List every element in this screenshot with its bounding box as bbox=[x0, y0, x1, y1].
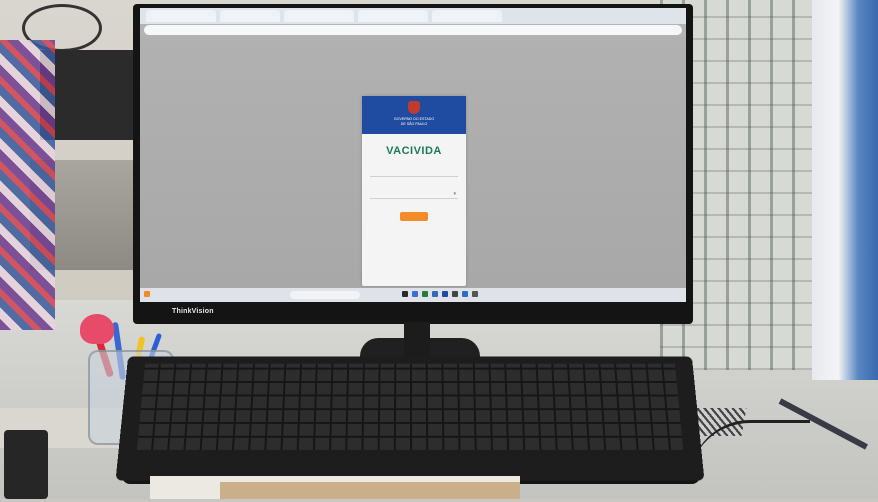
edge-icon[interactable] bbox=[412, 291, 418, 297]
monitor-stand bbox=[404, 322, 430, 360]
card-header: GOVERNO DO ESTADO DE SÃO PAULO bbox=[362, 96, 466, 134]
chevron-down-icon: ▾ bbox=[453, 191, 456, 197]
address-bar[interactable] bbox=[144, 25, 682, 35]
user-input[interactable] bbox=[370, 168, 458, 177]
heart-clip bbox=[80, 314, 114, 344]
state-crest-icon bbox=[408, 101, 420, 114]
browser-tab[interactable] bbox=[358, 10, 428, 22]
monitor-screen: GOVERNO DO ESTADO DE SÃO PAULO VACIVIDA … bbox=[140, 8, 686, 302]
keyboard-keys[interactable] bbox=[136, 363, 684, 450]
browser-tab[interactable] bbox=[220, 10, 280, 22]
login-card: GOVERNO DO ESTADO DE SÃO PAULO VACIVIDA … bbox=[362, 96, 466, 286]
header-line-1: GOVERNO DO ESTADO bbox=[393, 117, 435, 121]
monitor-brand-logo: ThinkVision bbox=[172, 308, 214, 315]
app-icon[interactable] bbox=[472, 291, 478, 297]
taskbar bbox=[140, 288, 686, 302]
taskview-icon[interactable] bbox=[402, 291, 408, 297]
door-frame bbox=[812, 0, 878, 380]
app-icon[interactable] bbox=[452, 291, 458, 297]
browser-tab[interactable] bbox=[284, 10, 354, 22]
app-icon[interactable] bbox=[422, 291, 428, 297]
start-icon[interactable] bbox=[144, 291, 150, 297]
app-title: VACIVIDA bbox=[386, 145, 442, 157]
keyboard[interactable] bbox=[115, 356, 705, 481]
profile-select[interactable]: ▾ bbox=[370, 190, 458, 199]
black-device bbox=[4, 430, 48, 499]
app-icon[interactable] bbox=[432, 291, 438, 297]
web-page: GOVERNO DO ESTADO DE SÃO PAULO VACIVIDA … bbox=[140, 36, 686, 288]
taskbar-search[interactable] bbox=[290, 291, 360, 299]
browser-tab[interactable] bbox=[146, 10, 216, 22]
login-button[interactable] bbox=[400, 212, 428, 221]
app-icon[interactable] bbox=[442, 291, 448, 297]
patterned-fabric bbox=[0, 40, 55, 330]
browser-tab[interactable] bbox=[432, 10, 502, 22]
app-icon[interactable] bbox=[462, 291, 468, 297]
header-line-2: DE SÃO PAULO bbox=[400, 122, 428, 126]
cardboard bbox=[220, 482, 520, 499]
browser-tab-strip bbox=[140, 8, 686, 24]
